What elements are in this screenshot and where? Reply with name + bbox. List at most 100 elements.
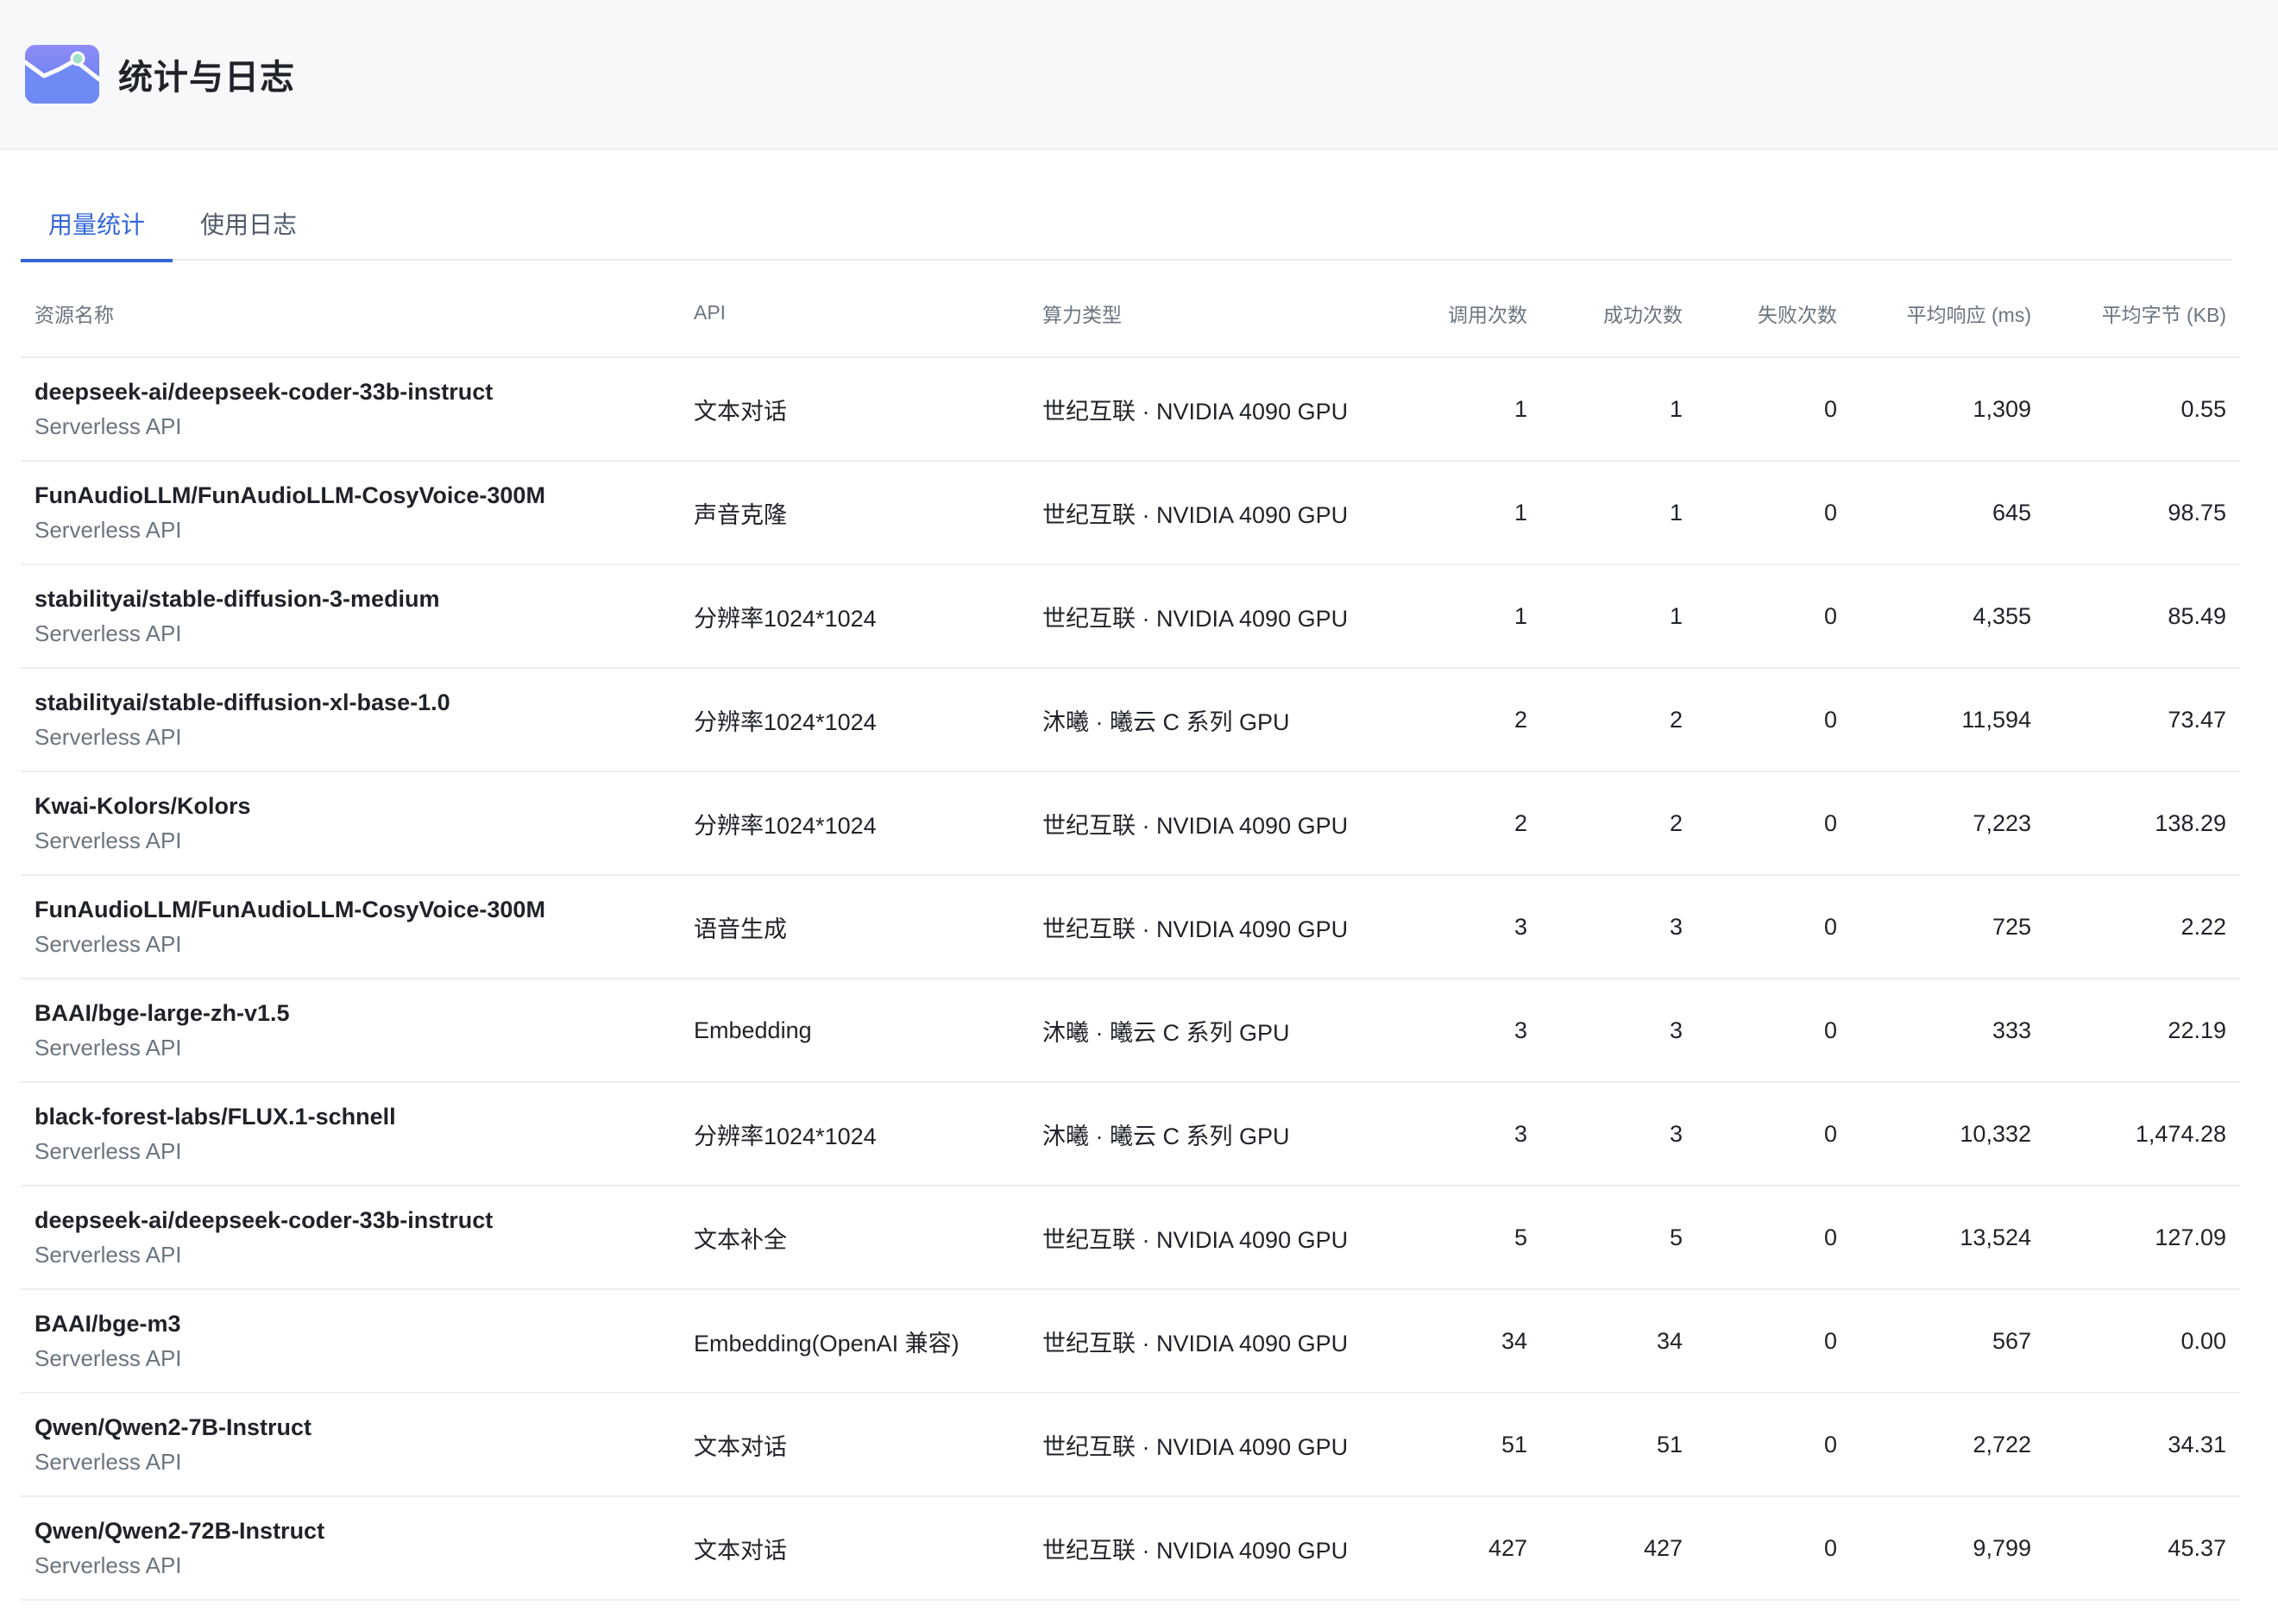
cell-failed: 0 bbox=[1696, 979, 1851, 1083]
cell-compute: 沐曦 · 曦云 C 系列 GPU bbox=[1029, 979, 1394, 1083]
table-row[interactable]: BAAI/bge-large-zh-v1.5 Serverless API Embe… bbox=[21, 979, 2240, 1083]
cell-success: 3 bbox=[1541, 875, 1696, 979]
resource-name[interactable]: FunAudioLLM/FunAudioLLM-CosyVoice-300M bbox=[35, 892, 666, 927]
resource-type: Serverless API bbox=[35, 517, 182, 543]
resource-name[interactable]: Qwen/Qwen2-7B-Instruct bbox=[35, 1410, 666, 1445]
page-title: 统计与日志 bbox=[118, 59, 295, 97]
cell-resource: deepseek-ai/deepseek-coder-33b-instruct S… bbox=[21, 1186, 680, 1290]
cell-success: 1 bbox=[1541, 564, 1696, 669]
table-row[interactable]: black-forest-labs/FLUX.1-schnell Serverle… bbox=[21, 1082, 2240, 1187]
col-header-api[interactable]: API bbox=[680, 269, 1029, 358]
col-header-failed[interactable]: 失败次数 bbox=[1696, 269, 1851, 358]
cell-compute: 世纪互联 · NVIDIA 4090 GPU bbox=[1029, 1289, 1394, 1394]
cell-avg-ms: 10,332 bbox=[1851, 1082, 2045, 1187]
cell-compute: 世纪互联 · NVIDIA 4090 GPU bbox=[1029, 1496, 1394, 1601]
col-header-success[interactable]: 成功次数 bbox=[1541, 269, 1696, 358]
table-row[interactable]: FunAudioLLM/FunAudioLLM-CosyVoice-300M Se… bbox=[21, 461, 2240, 565]
resource-name[interactable]: BAAI/bge-m3 bbox=[35, 1306, 666, 1341]
cell-avg-kb: 85.49 bbox=[2045, 564, 2240, 669]
table-row[interactable]: deepseek-ai/deepseek-coder-33b-instruct S… bbox=[21, 1186, 2240, 1290]
resource-type: Serverless API bbox=[35, 931, 182, 957]
page-header: 统计与日志 bbox=[0, 0, 2278, 150]
cell-avg-ms: 567 bbox=[1851, 1289, 2045, 1394]
resource-type: Serverless API bbox=[35, 1552, 182, 1578]
cell-failed: 0 bbox=[1696, 668, 1851, 772]
cell-resource: Qwen/Qwen2-72B-Instruct Serverless API bbox=[21, 1496, 680, 1601]
resource-name[interactable]: FunAudioLLM/FunAudioLLM-CosyVoice-300M bbox=[35, 478, 666, 513]
cell-success: 5 bbox=[1541, 1186, 1696, 1290]
cell-resource: stabilityai/stable-diffusion-3-medium Ser… bbox=[21, 564, 680, 669]
cell-failed: 0 bbox=[1696, 1289, 1851, 1394]
tab-bar: 用量统计 使用日志 bbox=[21, 195, 2231, 262]
cell-avg-kb: 0.00 bbox=[2045, 1289, 2240, 1394]
table-row[interactable]: stabilityai/stable-diffusion-xl-base-1.0… bbox=[21, 668, 2240, 772]
cell-avg-ms: 725 bbox=[1851, 875, 2045, 979]
tab-usage-logs[interactable]: 使用日志 bbox=[173, 195, 324, 261]
cell-success: 2 bbox=[1541, 668, 1696, 772]
cell-avg-ms: 1,309 bbox=[1851, 357, 2045, 462]
col-header-resource[interactable]: 资源名称 bbox=[21, 269, 680, 358]
table-row[interactable]: FunAudioLLM/FunAudioLLM-CosyVoice-300M Se… bbox=[21, 875, 2240, 979]
cell-avg-ms: 333 bbox=[1851, 979, 2045, 1083]
cell-compute: 世纪互联 · NVIDIA 4090 GPU bbox=[1029, 357, 1394, 462]
tab-usage-stats[interactable]: 用量统计 bbox=[21, 195, 173, 262]
resource-name[interactable]: black-forest-labs/FLUX.1-schnell bbox=[35, 1099, 666, 1134]
cell-avg-ms: 7,223 bbox=[1851, 771, 2045, 876]
cell-api: 文本补全 bbox=[680, 1186, 1029, 1290]
cell-avg-kb: 45.37 bbox=[2045, 1496, 2240, 1601]
cell-calls: 1 bbox=[1394, 564, 1541, 669]
table-row[interactable]: Qwen/Qwen2-7B-Instruct Serverless API 文本对话… bbox=[21, 1393, 2240, 1497]
chart-line-logo-icon bbox=[25, 45, 99, 104]
cell-resource: BAAI/bge-large-zh-v1.5 Serverless API bbox=[21, 979, 680, 1083]
cell-avg-kb: 73.47 bbox=[2045, 668, 2240, 772]
resource-type: Serverless API bbox=[35, 1345, 182, 1371]
col-header-avg-kb[interactable]: 平均字节 (KB) bbox=[2045, 269, 2240, 358]
cell-failed: 0 bbox=[1696, 461, 1851, 565]
resource-name[interactable]: BAAI/bge-large-zh-v1.5 bbox=[35, 996, 666, 1030]
cell-calls: 34 bbox=[1394, 1289, 1541, 1394]
resource-name[interactable]: Qwen/Qwen2-72B-Instruct bbox=[35, 1514, 666, 1548]
col-header-compute[interactable]: 算力类型 bbox=[1029, 269, 1394, 358]
cell-avg-kb: 98.75 bbox=[2045, 461, 2240, 565]
cell-api: Embedding(OpenAI 兼容) bbox=[680, 1289, 1029, 1394]
resource-name[interactable]: stabilityai/stable-diffusion-xl-base-1.0 bbox=[35, 685, 666, 720]
cell-compute: 世纪互联 · NVIDIA 4090 GPU bbox=[1029, 875, 1394, 979]
cell-avg-ms: 13,524 bbox=[1851, 1186, 2045, 1290]
cell-api: 分辨率1024*1024 bbox=[680, 668, 1029, 772]
cell-resource: deepseek-ai/deepseek-coder-33b-instruct S… bbox=[21, 357, 680, 462]
table-row[interactable]: BAAI/bge-m3 Serverless API Embedding(OpenA… bbox=[21, 1289, 2240, 1394]
resource-name[interactable]: deepseek-ai/deepseek-coder-33b-instruct bbox=[35, 1203, 666, 1237]
cell-api: 文本对话 bbox=[680, 357, 1029, 462]
resource-type: Serverless API bbox=[35, 724, 182, 750]
cell-avg-kb: 138.29 bbox=[2045, 771, 2240, 876]
cell-avg-ms: 2,722 bbox=[1851, 1393, 2045, 1497]
col-header-calls[interactable]: 调用次数 bbox=[1394, 269, 1541, 358]
usage-table: 资源名称 API 算力类型 调用次数 成功次数 失败次数 平均响应 (ms) 平… bbox=[21, 269, 2240, 1601]
cell-success: 427 bbox=[1541, 1496, 1696, 1601]
cell-compute: 世纪互联 · NVIDIA 4090 GPU bbox=[1029, 564, 1394, 669]
cell-avg-ms: 645 bbox=[1851, 461, 2045, 565]
cell-compute: 沐曦 · 曦云 C 系列 GPU bbox=[1029, 668, 1394, 772]
cell-calls: 1 bbox=[1394, 357, 1541, 462]
cell-calls: 427 bbox=[1394, 1496, 1541, 1601]
col-header-avg-ms[interactable]: 平均响应 (ms) bbox=[1851, 269, 2045, 358]
cell-compute: 世纪互联 · NVIDIA 4090 GPU bbox=[1029, 1186, 1394, 1290]
cell-calls: 1 bbox=[1394, 461, 1541, 565]
cell-avg-kb: 22.19 bbox=[2045, 979, 2240, 1083]
table-row[interactable]: Kwai-Kolors/Kolors Serverless API 分辨率1024*… bbox=[21, 771, 2240, 876]
table-row[interactable]: deepseek-ai/deepseek-coder-33b-instruct S… bbox=[21, 357, 2240, 462]
cell-compute: 世纪互联 · NVIDIA 4090 GPU bbox=[1029, 771, 1394, 876]
resource-name[interactable]: Kwai-Kolors/Kolors bbox=[35, 789, 666, 823]
table-row[interactable]: Qwen/Qwen2-72B-Instruct Serverless API 文本对… bbox=[21, 1496, 2240, 1601]
cell-resource: BAAI/bge-m3 Serverless API bbox=[21, 1289, 680, 1394]
resource-type: Serverless API bbox=[35, 828, 182, 853]
cell-avg-ms: 9,799 bbox=[1851, 1496, 2045, 1601]
resource-name[interactable]: stabilityai/stable-diffusion-3-medium bbox=[35, 582, 666, 616]
cell-resource: FunAudioLLM/FunAudioLLM-CosyVoice-300M Se… bbox=[21, 461, 680, 565]
resource-name[interactable]: deepseek-ai/deepseek-coder-33b-instruct bbox=[35, 375, 666, 409]
cell-failed: 0 bbox=[1696, 564, 1851, 669]
cell-success: 3 bbox=[1541, 979, 1696, 1083]
table-row[interactable]: stabilityai/stable-diffusion-3-medium Ser… bbox=[21, 564, 2240, 669]
cell-failed: 0 bbox=[1696, 771, 1851, 876]
resource-type: Serverless API bbox=[35, 1449, 182, 1475]
